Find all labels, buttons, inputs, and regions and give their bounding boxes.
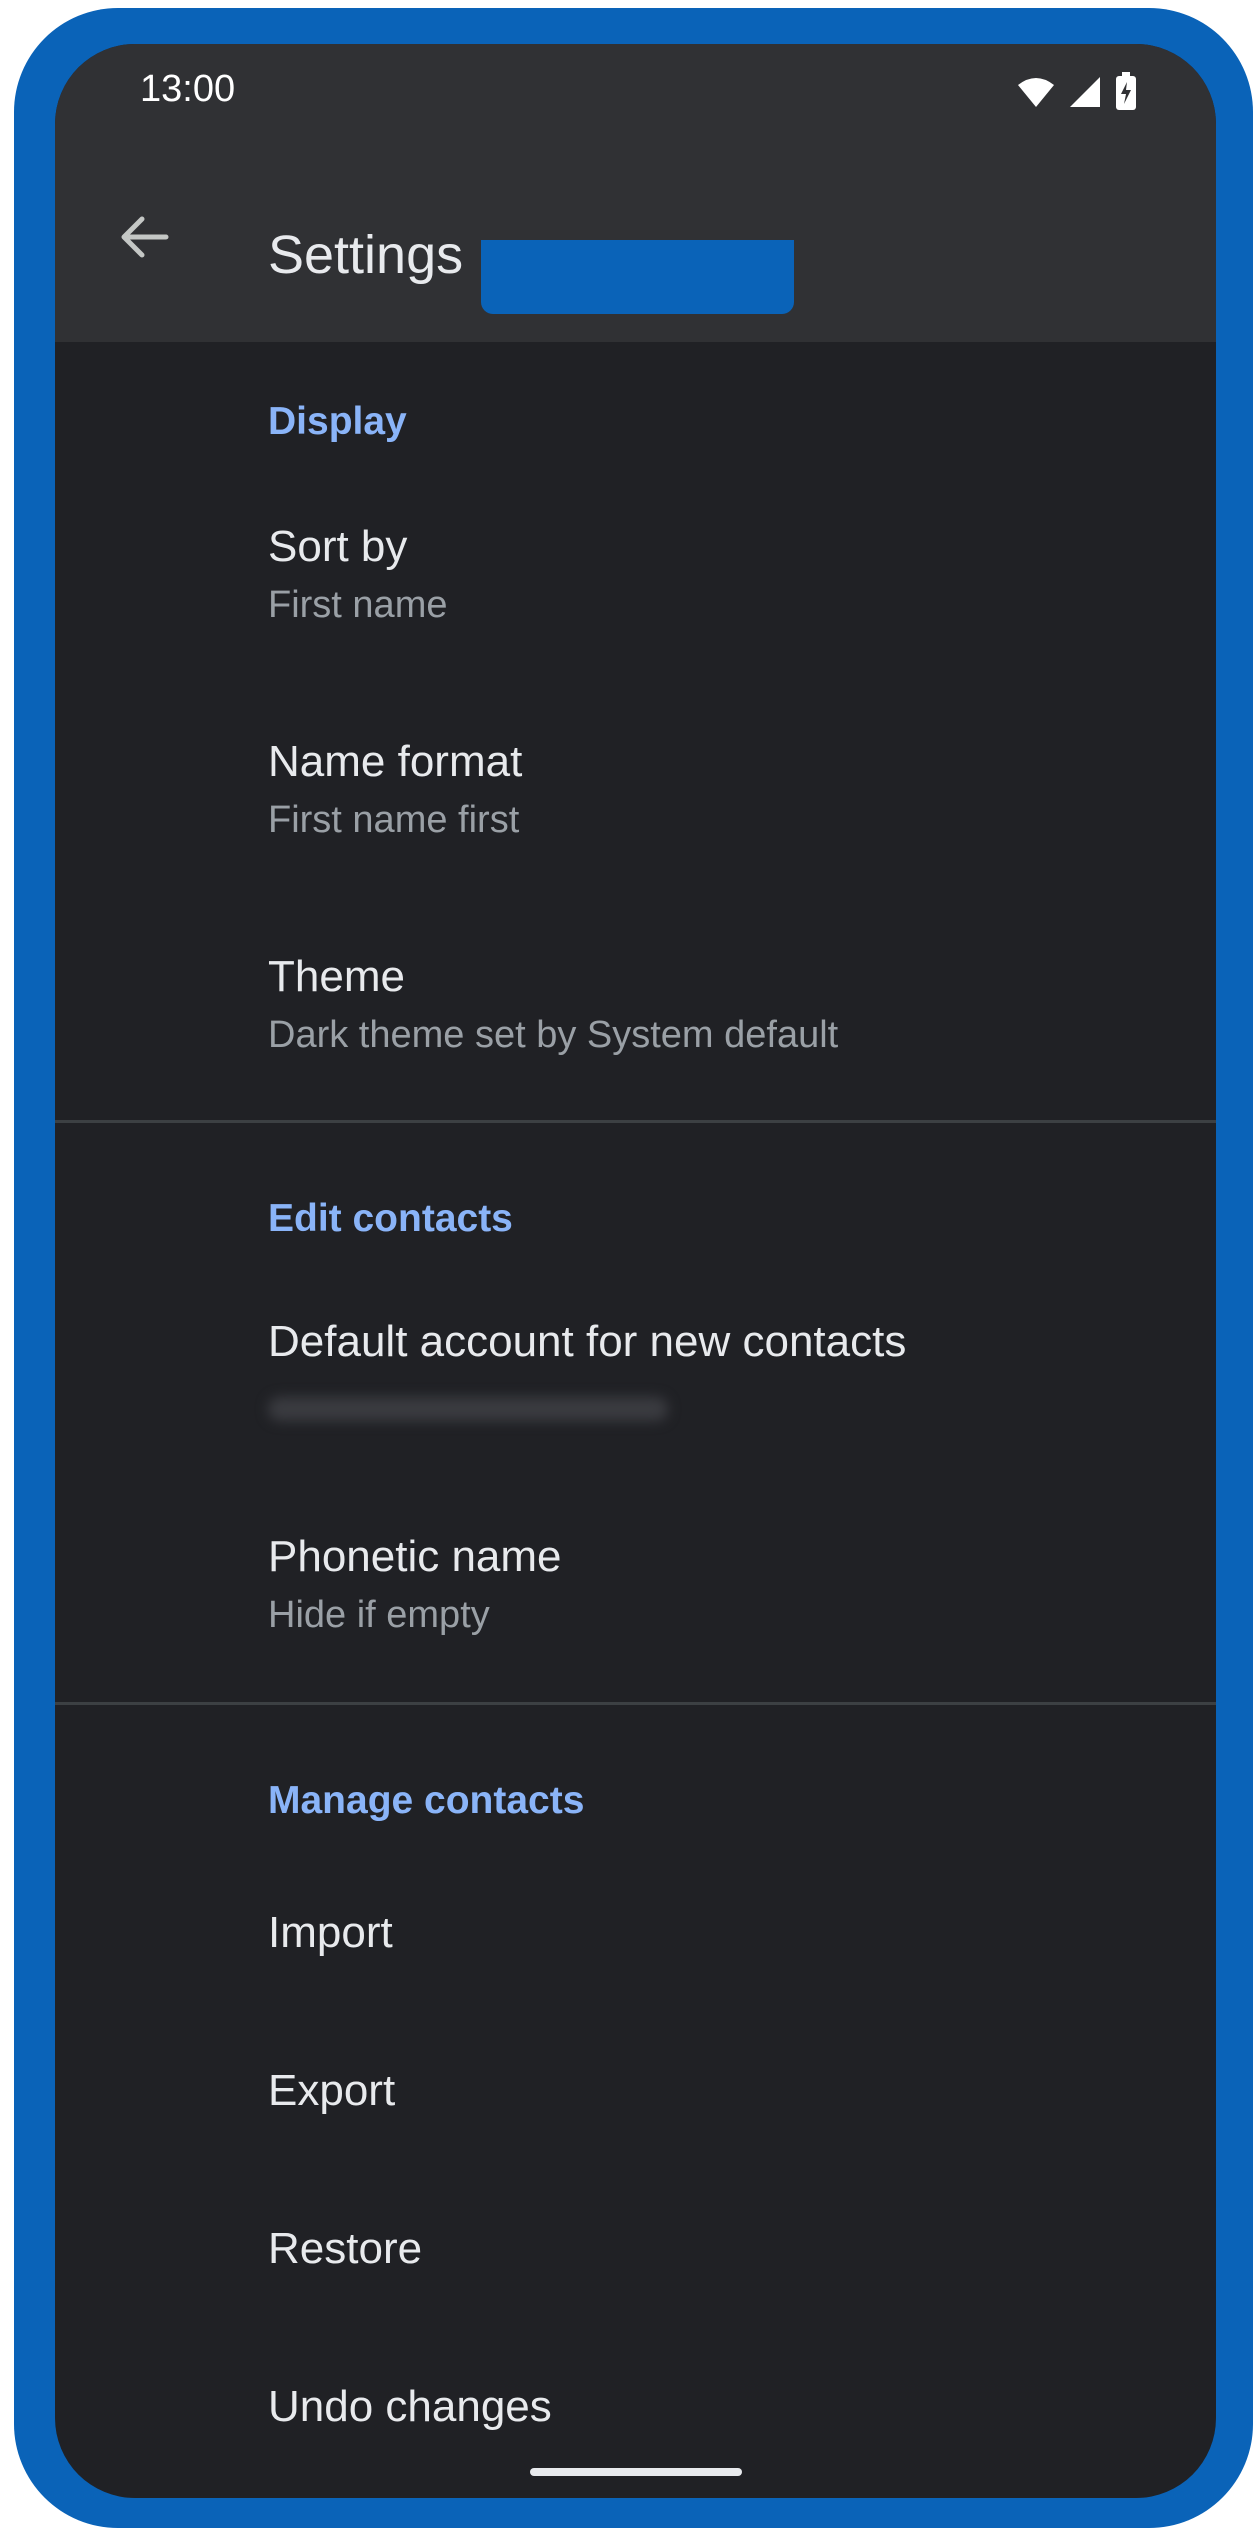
- setting-title: Default account for new contacts: [268, 1317, 907, 1366]
- setting-restore[interactable]: Restore: [55, 2188, 1216, 2318]
- setting-title: Theme: [268, 952, 405, 1001]
- battery-charging-icon: [1114, 72, 1138, 117]
- phone-screen: 13:00 Settings Display Sort by First nam…: [55, 44, 1216, 2498]
- section-header-manage-contacts: Manage contacts: [268, 1779, 585, 1822]
- setting-title: Restore: [268, 2224, 423, 2273]
- signal-icon: [1068, 75, 1102, 114]
- setting-title: Name format: [268, 737, 523, 786]
- setting-title: Import: [268, 1908, 393, 1957]
- setting-name-format[interactable]: Name format First name first: [55, 717, 1216, 877]
- setting-subtitle: Dark theme set by System default: [268, 1014, 839, 1056]
- setting-sort-by[interactable]: Sort by First name: [55, 502, 1216, 662]
- arrow-back-icon: [116, 209, 172, 270]
- setting-import[interactable]: Import: [55, 1872, 1216, 2002]
- blurred-account-email: [268, 1397, 668, 1421]
- setting-title: Sort by: [268, 522, 408, 571]
- home-indicator[interactable]: [530, 2468, 742, 2476]
- section-header-display: Display: [268, 400, 407, 443]
- section-header-edit-contacts: Edit contacts: [268, 1197, 513, 1240]
- status-bar: 13:00: [55, 44, 1216, 144]
- setting-title: Export: [268, 2066, 396, 2115]
- back-button[interactable]: [99, 194, 189, 284]
- setting-subtitle: First name: [268, 584, 448, 626]
- setting-default-account[interactable]: Default account for new contacts: [55, 1297, 1216, 1477]
- setting-export[interactable]: Export: [55, 2030, 1216, 2160]
- setting-undo-changes[interactable]: Undo changes: [55, 2346, 1216, 2476]
- setting-theme[interactable]: Theme Dark theme set by System default: [55, 932, 1216, 1092]
- redaction-bar: [481, 240, 794, 314]
- setting-subtitle: Hide if empty: [268, 1594, 490, 1636]
- wifi-icon: [1016, 75, 1056, 114]
- setting-phonetic-name[interactable]: Phonetic name Hide if empty: [55, 1512, 1216, 1672]
- status-time: 13:00: [140, 68, 236, 110]
- page-title: Settings: [268, 225, 464, 285]
- section-divider: [55, 1120, 1216, 1123]
- status-icons: [1016, 72, 1138, 117]
- setting-title: Phonetic name: [268, 1532, 562, 1581]
- setting-subtitle: First name first: [268, 799, 520, 841]
- section-divider: [55, 1702, 1216, 1705]
- setting-title: Undo changes: [268, 2382, 552, 2431]
- app-bar: Settings: [55, 144, 1216, 342]
